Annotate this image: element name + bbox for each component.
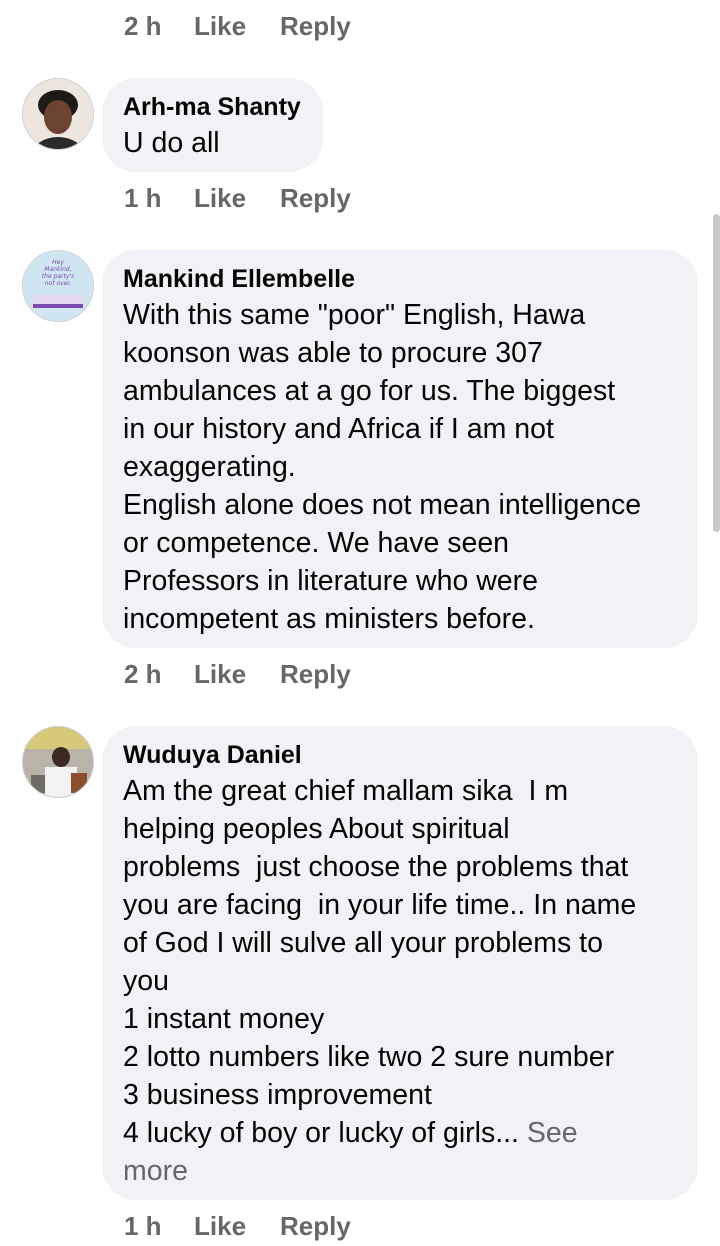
comment-line: exaggerating. <box>123 451 296 483</box>
avatar-photo-icon: Hey Mankind, the party's not over. <box>23 251 93 321</box>
comment-author[interactable]: Wuduya Daniel <box>123 738 676 772</box>
like-button[interactable]: Like <box>194 183 280 214</box>
avatar-photo-icon <box>23 727 93 797</box>
comment-line: 2 lotto numbers like two 2 sure number <box>123 1041 615 1073</box>
comment-line: helping peoples About spiritual <box>123 813 510 845</box>
comment-line: incompetent as ministers before. <box>123 603 535 635</box>
avatar[interactable] <box>22 726 94 798</box>
comment-line: With this same "poor" English, Hawa <box>123 299 586 331</box>
comment-line-text: 4 lucky of boy or lucky of girls... <box>123 1117 519 1149</box>
reply-button[interactable]: Reply <box>280 11 351 42</box>
reply-button[interactable]: Reply <box>280 1211 351 1242</box>
avatar-caption: the party's <box>42 273 74 280</box>
comment-line: problems just choose the problems that <box>123 851 629 883</box>
previous-comment-actions: 2 h Like Reply <box>124 6 351 46</box>
like-button[interactable]: Like <box>194 11 280 42</box>
comment-line: 3 business improvement <box>123 1079 432 1111</box>
comment-actions: 1 h Like Reply <box>124 1206 351 1246</box>
comment-bubble: Wuduya Daniel Am the great chief mallam … <box>102 726 698 1200</box>
avatar-caption: Mankind, <box>44 266 71 273</box>
comment-line: or competence. We have seen <box>123 527 510 559</box>
avatar-photo-icon <box>23 79 93 149</box>
see-more-link[interactable]: more <box>123 1152 676 1190</box>
comment-line: Am the great chief mallam sika I m <box>123 775 569 807</box>
like-button[interactable]: Like <box>194 659 280 690</box>
comment-line: of God I will sulve all your problems to <box>123 927 603 959</box>
comment-line: in our history and Africa if I am not <box>123 413 554 445</box>
avatar[interactable] <box>22 78 94 150</box>
reply-button[interactable]: Reply <box>280 183 351 214</box>
comment-line: koonson was able to procure 307 <box>123 337 543 369</box>
comment-bubble: Arh-ma Shanty U do all <box>102 78 323 172</box>
comment-text: With this same "poor" English, Hawa koon… <box>123 296 676 638</box>
timestamp: 2 h <box>124 658 162 689</box>
comment-line: ambulances at a go for us. The biggest <box>123 375 616 407</box>
comment-actions: 2 h Like Reply <box>124 654 351 694</box>
comment-line: you are facing in your life time.. In na… <box>123 889 637 921</box>
comment-line: 4 lucky of boy or lucky of girls... See <box>123 1114 676 1152</box>
timestamp: 2 h <box>124 10 162 41</box>
comment-author[interactable]: Mankind Ellembelle <box>123 262 676 296</box>
see-more-link[interactable]: See <box>527 1117 578 1149</box>
reply-button[interactable]: Reply <box>280 659 351 690</box>
timestamp: 1 h <box>124 182 162 213</box>
comment-line: 1 instant money <box>123 1003 325 1035</box>
comment-line: Professors in literature who were <box>123 565 539 597</box>
timestamp: 1 h <box>124 1210 162 1241</box>
comment-line: English alone does not mean intelligence <box>123 489 642 521</box>
comment-bubble: Mankind Ellembelle With this same "poor"… <box>102 250 698 648</box>
avatar-caption: not over. <box>45 280 72 287</box>
comment-author[interactable]: Arh-ma Shanty <box>123 90 301 124</box>
avatar[interactable]: Hey Mankind, the party's not over. <box>22 250 94 322</box>
avatar-caption: Hey <box>52 259 64 266</box>
comment-line: U do all <box>123 127 220 159</box>
comment-text: U do all <box>123 124 301 162</box>
like-button[interactable]: Like <box>194 1211 280 1242</box>
comment-line: you <box>123 965 169 997</box>
comment-text: Am the great chief mallam sika I m helpi… <box>123 772 676 1190</box>
scrollbar[interactable] <box>713 214 720 532</box>
comment-actions: 1 h Like Reply <box>124 178 351 218</box>
